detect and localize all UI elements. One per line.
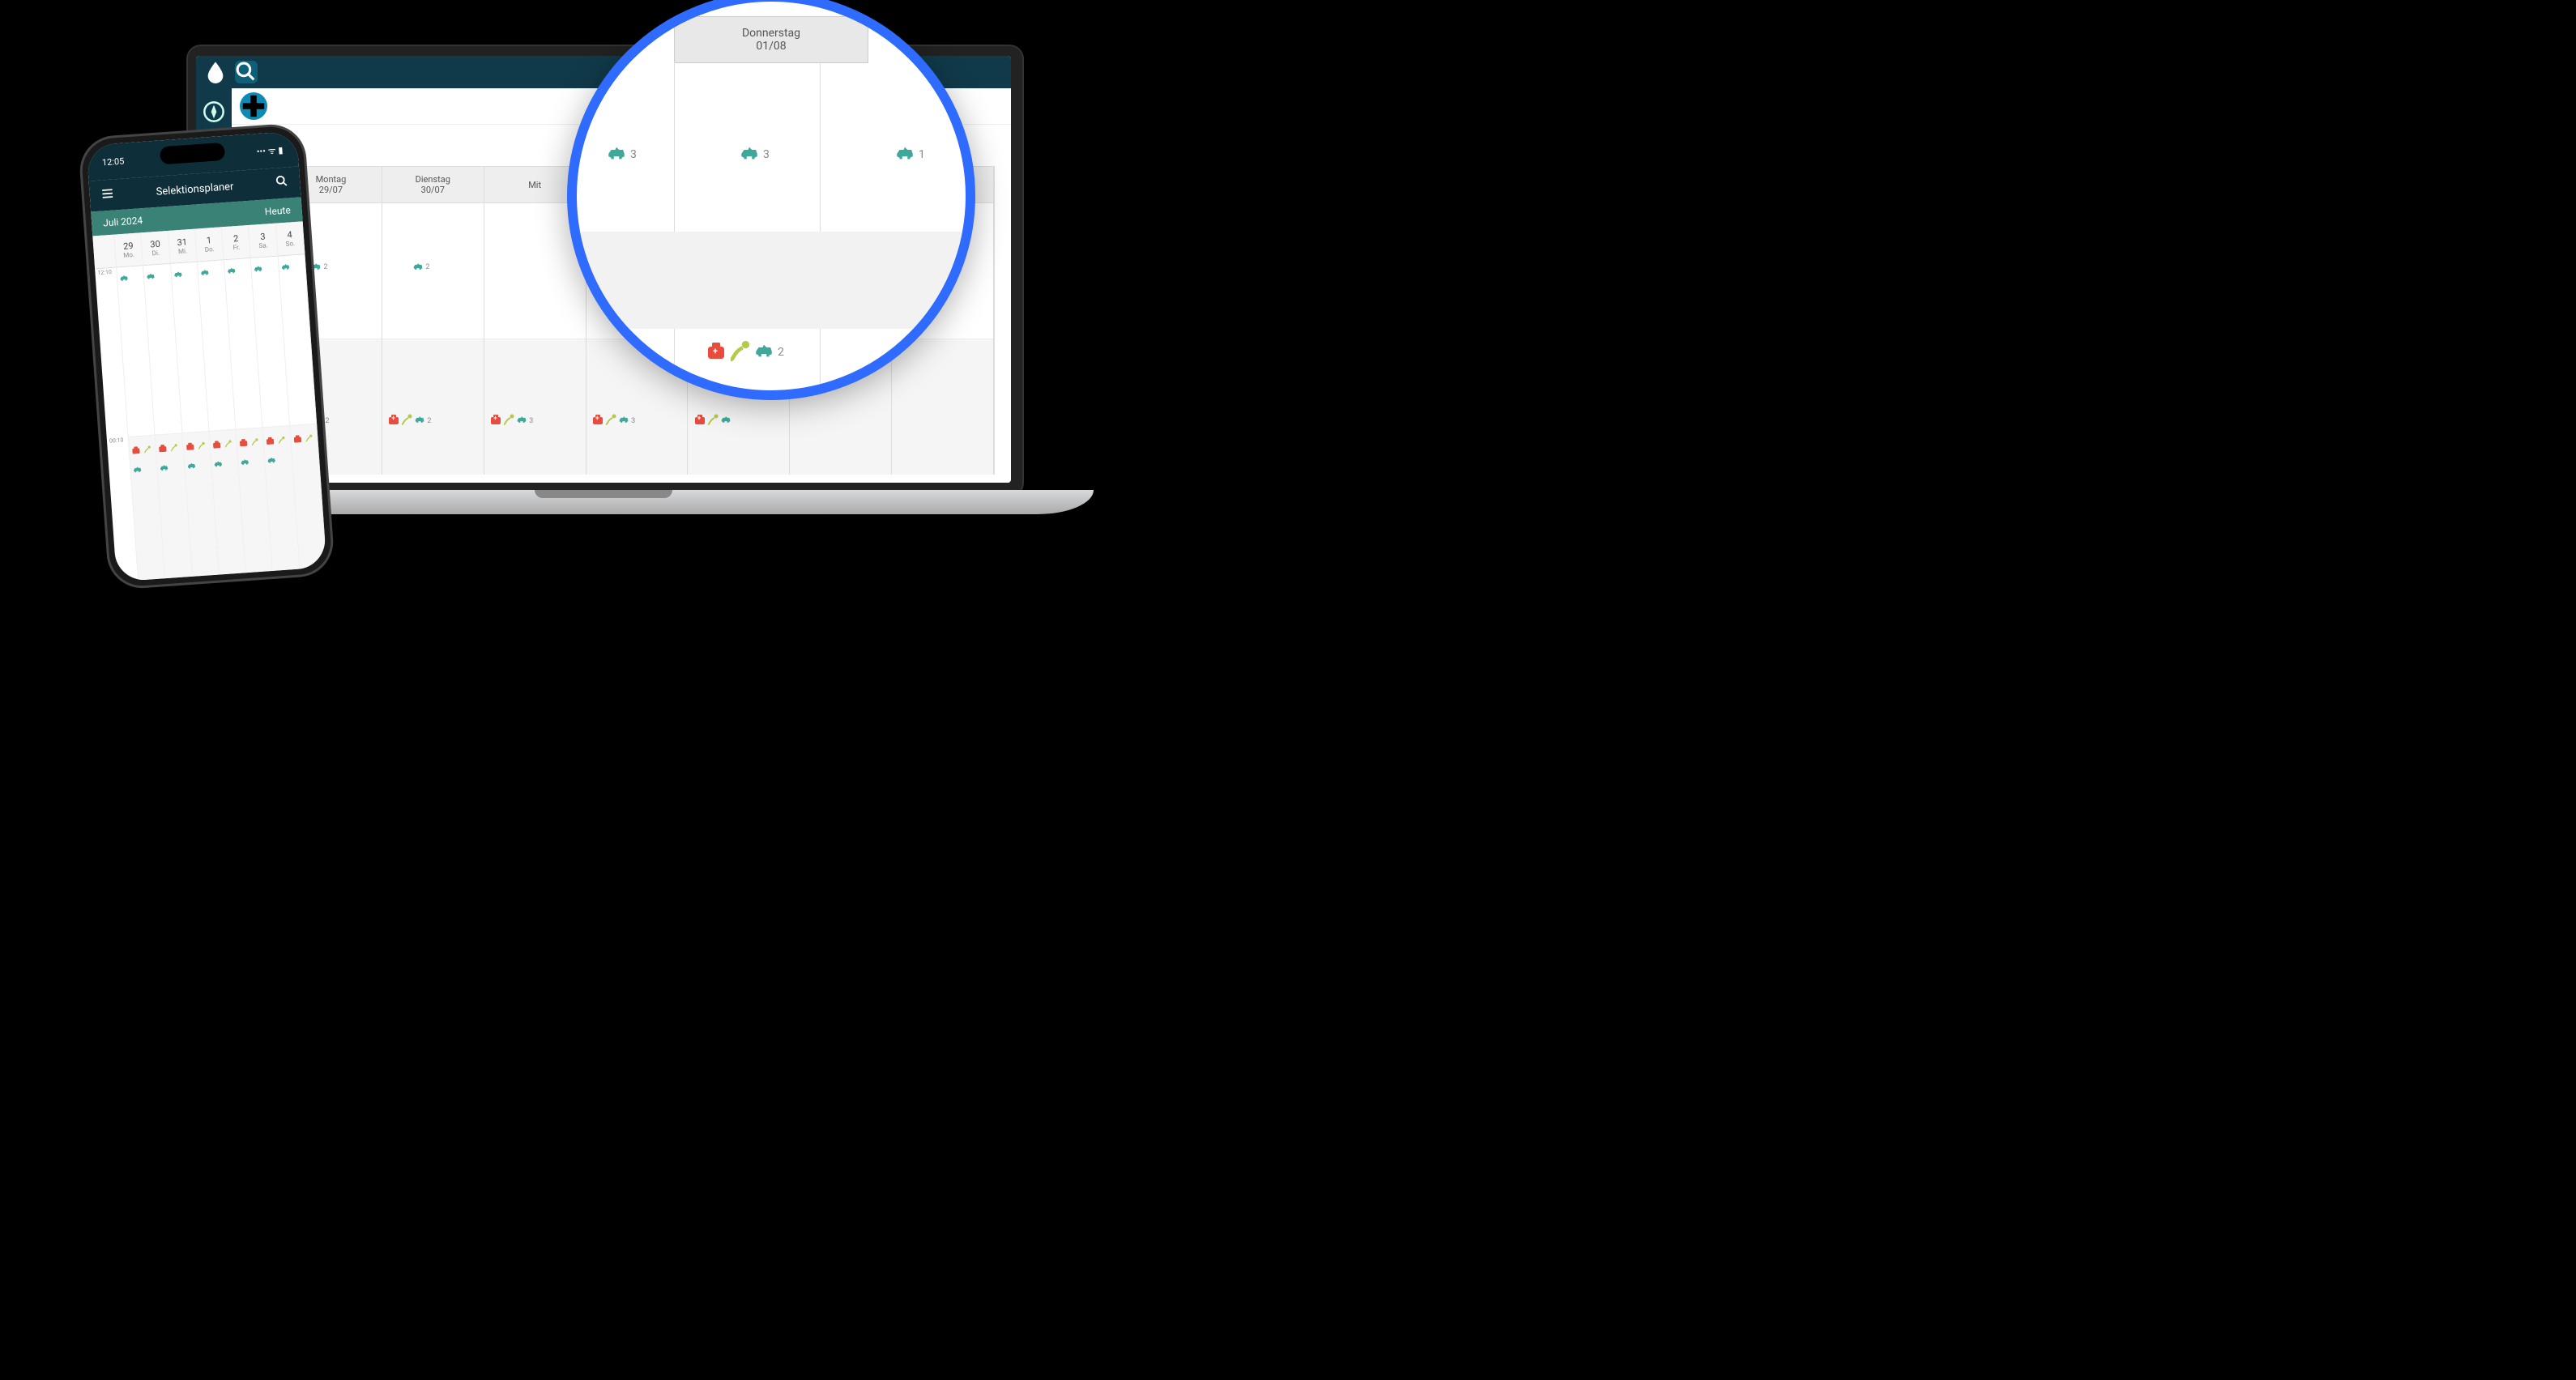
search-icon[interactable]: [235, 61, 258, 83]
cow-icon[interactable]: [199, 264, 210, 280]
sperm-icon[interactable]: [276, 432, 287, 448]
cow-icon[interactable]: [118, 269, 129, 285]
day-header: Donnerstag 01/08: [674, 16, 868, 63]
sperm-icon[interactable]: [401, 414, 412, 428]
cow-icon[interactable]: [739, 146, 760, 164]
cow-icon[interactable]: [618, 415, 629, 426]
medkit-icon[interactable]: +: [706, 343, 726, 362]
medkit-icon[interactable]: [238, 434, 249, 450]
cow-icon[interactable]: [412, 262, 424, 273]
medkit-icon[interactable]: [130, 441, 141, 458]
sperm-icon[interactable]: [249, 433, 260, 449]
sperm-icon[interactable]: [729, 340, 750, 364]
app-title: Selektionsplaner: [156, 181, 234, 198]
cow-icon[interactable]: [145, 267, 156, 283]
cow-icon[interactable]: [186, 457, 196, 473]
cow-icon[interactable]: [279, 258, 290, 275]
medkit-icon[interactable]: [185, 438, 195, 454]
sperm-icon[interactable]: [223, 435, 233, 451]
clock: 12:05: [102, 155, 125, 168]
sperm-icon[interactable]: [503, 414, 514, 428]
compass-icon[interactable]: [202, 100, 226, 124]
cow-icon[interactable]: [606, 146, 627, 164]
month-label: Juli 2024: [103, 215, 143, 228]
sperm-icon[interactable]: [196, 437, 207, 454]
cow-icon[interactable]: [226, 262, 237, 278]
cow-icon[interactable]: [212, 454, 223, 471]
sperm-icon[interactable]: [707, 414, 719, 428]
sperm-icon[interactable]: [142, 441, 152, 457]
medkit-icon[interactable]: [211, 436, 222, 452]
medkit-icon[interactable]: [265, 432, 275, 449]
medkit-icon[interactable]: +: [388, 415, 399, 427]
sperm-icon[interactable]: [303, 429, 313, 445]
cow-icon[interactable]: [516, 415, 527, 426]
logo-drop-icon: [204, 61, 227, 83]
cow-icon[interactable]: [240, 453, 250, 469]
magnifier-callout: Donnerstag 01/08 3 3 1 +: [567, 0, 975, 400]
medkit-icon[interactable]: +: [490, 415, 501, 427]
cow-icon[interactable]: [414, 415, 425, 426]
cow-icon[interactable]: [173, 266, 183, 282]
phone-calendar-grid[interactable]: 12:10 00:10: [95, 253, 326, 581]
medkit-icon[interactable]: +: [592, 415, 603, 427]
cow-icon[interactable]: [253, 260, 263, 276]
cow-icon[interactable]: [159, 458, 169, 475]
search-icon[interactable]: [275, 174, 289, 191]
phone-mockup: 12:05 ••• ᯤ ▮ Selektionsplaner Juli 2024…: [78, 122, 335, 590]
cow-icon[interactable]: [132, 460, 143, 476]
today-button[interactable]: Heute: [264, 204, 291, 217]
menu-icon[interactable]: [100, 187, 114, 204]
sperm-icon[interactable]: [605, 414, 616, 428]
cow-icon[interactable]: [894, 146, 915, 164]
medkit-icon[interactable]: +: [694, 415, 706, 427]
sperm-icon[interactable]: [168, 439, 179, 455]
medkit-icon[interactable]: [157, 440, 168, 456]
cow-icon[interactable]: [720, 415, 731, 426]
medkit-icon[interactable]: [292, 430, 302, 446]
cow-icon[interactable]: [753, 343, 774, 361]
cow-icon[interactable]: [267, 451, 277, 467]
add-button[interactable]: [240, 92, 267, 120]
status-icons: ••• ᯤ ▮: [256, 143, 284, 157]
